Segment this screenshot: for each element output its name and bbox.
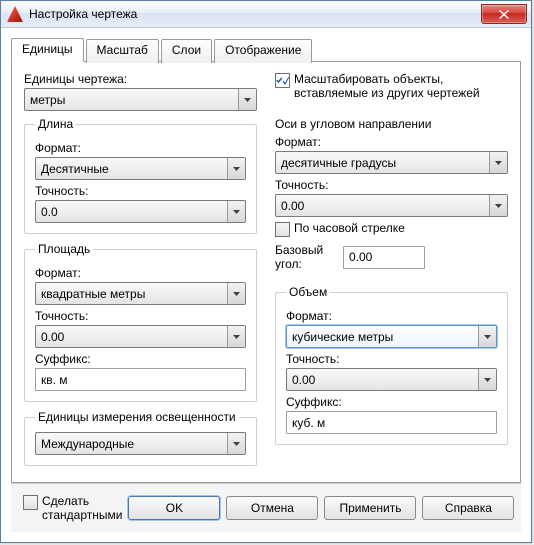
volume-precision-value: 0.00: [292, 373, 478, 387]
angular-heading: Оси в угловом направлении: [275, 117, 508, 131]
tab-units[interactable]: Единицы: [11, 38, 84, 62]
volume-precision-combo[interactable]: 0.00: [286, 368, 497, 391]
angular-format-label: Формат:: [275, 135, 508, 149]
group-area: Площадь Формат: квадратные метры Точност…: [24, 242, 257, 402]
drawing-units-combo[interactable]: метры: [24, 88, 257, 111]
angular-precision-label: Точность:: [275, 178, 508, 192]
lighting-value: Международные: [41, 437, 227, 451]
volume-format-value: кубические метры: [292, 330, 478, 344]
area-suffix-label: Суффикс:: [35, 352, 246, 366]
area-suffix-value: кв. м: [41, 373, 68, 387]
make-default-checkbox[interactable]: Сделать стандартными: [23, 494, 122, 522]
tab-page-units: Единицы чертежа: метры Масштабировать об…: [11, 61, 521, 483]
chevron-down-icon: [227, 326, 245, 347]
volume-suffix-input[interactable]: куб. м: [286, 411, 497, 434]
checkbox-box: [275, 222, 290, 237]
dialog-window: Настройка чертежа Единицы Масштаб Слои О…: [0, 0, 532, 543]
titlebar[interactable]: Настройка чертежа: [1, 1, 531, 28]
drawing-units-value: метры: [30, 93, 238, 107]
group-lighting: Единицы измерения освещенности Междунаро…: [24, 410, 257, 466]
volume-suffix-label: Суффикс:: [286, 395, 497, 409]
scale-objects-checkbox[interactable]: Масштабировать объекты, вставляемые из д…: [275, 72, 508, 100]
area-format-value: квадратные метры: [41, 287, 227, 301]
close-button[interactable]: [481, 4, 527, 24]
length-format-label: Формат:: [35, 141, 246, 155]
chevron-down-icon: [238, 89, 256, 110]
chevron-down-icon: [489, 195, 507, 216]
chevron-down-icon: [478, 326, 496, 347]
volume-suffix-value: куб. м: [292, 416, 325, 430]
dialog-footer: Сделать стандартными OK Отмена Применить…: [11, 483, 521, 532]
tab-scale[interactable]: Масштаб: [86, 39, 159, 63]
scale-objects-label: Масштабировать объекты, вставляемые из д…: [294, 72, 508, 100]
group-lighting-legend: Единицы измерения освещенности: [35, 410, 239, 424]
volume-format-combo[interactable]: кубические метры: [286, 325, 497, 348]
ok-button[interactable]: OK: [128, 496, 220, 520]
window-title: Настройка чертежа: [29, 7, 481, 21]
volume-format-label: Формат:: [286, 309, 497, 323]
angular-format-combo[interactable]: десятичные градусы: [275, 151, 508, 174]
base-angle-value: 0.00: [349, 250, 372, 264]
client-area: Единицы Масштаб Слои Отображение Единицы…: [1, 28, 531, 542]
angular-format-value: десятичные градусы: [281, 156, 489, 170]
tab-display[interactable]: Отображение: [214, 39, 312, 63]
clockwise-label: По часовой стрелке: [294, 221, 405, 235]
length-precision-combo[interactable]: 0.0: [35, 200, 246, 223]
group-length: Длина Формат: Десятичные Точность: 0.0: [24, 117, 257, 234]
group-length-legend: Длина: [35, 117, 76, 131]
tab-layers[interactable]: Слои: [161, 39, 212, 63]
angular-precision-value: 0.00: [281, 199, 489, 213]
length-format-combo[interactable]: Десятичные: [35, 157, 246, 180]
chevron-down-icon: [489, 152, 507, 173]
cancel-button[interactable]: Отмена: [226, 496, 318, 520]
chevron-down-icon: [478, 369, 496, 390]
checkbox-box: [275, 73, 290, 88]
chevron-down-icon: [227, 201, 245, 222]
help-button[interactable]: Справка: [422, 496, 514, 520]
chevron-down-icon: [227, 283, 245, 304]
clockwise-checkbox[interactable]: По часовой стрелке: [275, 221, 508, 237]
volume-precision-label: Точность:: [286, 352, 497, 366]
apply-button[interactable]: Применить: [324, 496, 416, 520]
group-area-legend: Площадь: [35, 242, 93, 256]
make-default-label: Сделать стандартными: [42, 494, 122, 522]
length-precision-value: 0.0: [41, 205, 227, 219]
drawing-units-label: Единицы чертежа:: [24, 72, 127, 86]
app-icon: [7, 6, 23, 22]
checkbox-box: [23, 495, 38, 510]
chevron-down-icon: [227, 433, 245, 454]
group-volume-legend: Объем: [286, 285, 330, 299]
area-suffix-input[interactable]: кв. м: [35, 368, 246, 391]
close-icon: [499, 10, 509, 19]
base-angle-input[interactable]: 0.00: [343, 246, 425, 269]
lighting-combo[interactable]: Международные: [35, 432, 246, 455]
area-precision-combo[interactable]: 0.00: [35, 325, 246, 348]
angular-precision-combo[interactable]: 0.00: [275, 194, 508, 217]
base-angle-label: Базовый угол:: [275, 243, 335, 271]
area-format-combo[interactable]: квадратные метры: [35, 282, 246, 305]
group-volume: Объем Формат: кубические метры Точность:: [275, 285, 508, 445]
length-format-value: Десятичные: [41, 162, 227, 176]
area-precision-label: Точность:: [35, 309, 246, 323]
length-precision-label: Точность:: [35, 184, 246, 198]
tab-row: Единицы Масштаб Слои Отображение: [11, 38, 521, 62]
chevron-down-icon: [227, 158, 245, 179]
area-format-label: Формат:: [35, 266, 246, 280]
area-precision-value: 0.00: [41, 330, 227, 344]
